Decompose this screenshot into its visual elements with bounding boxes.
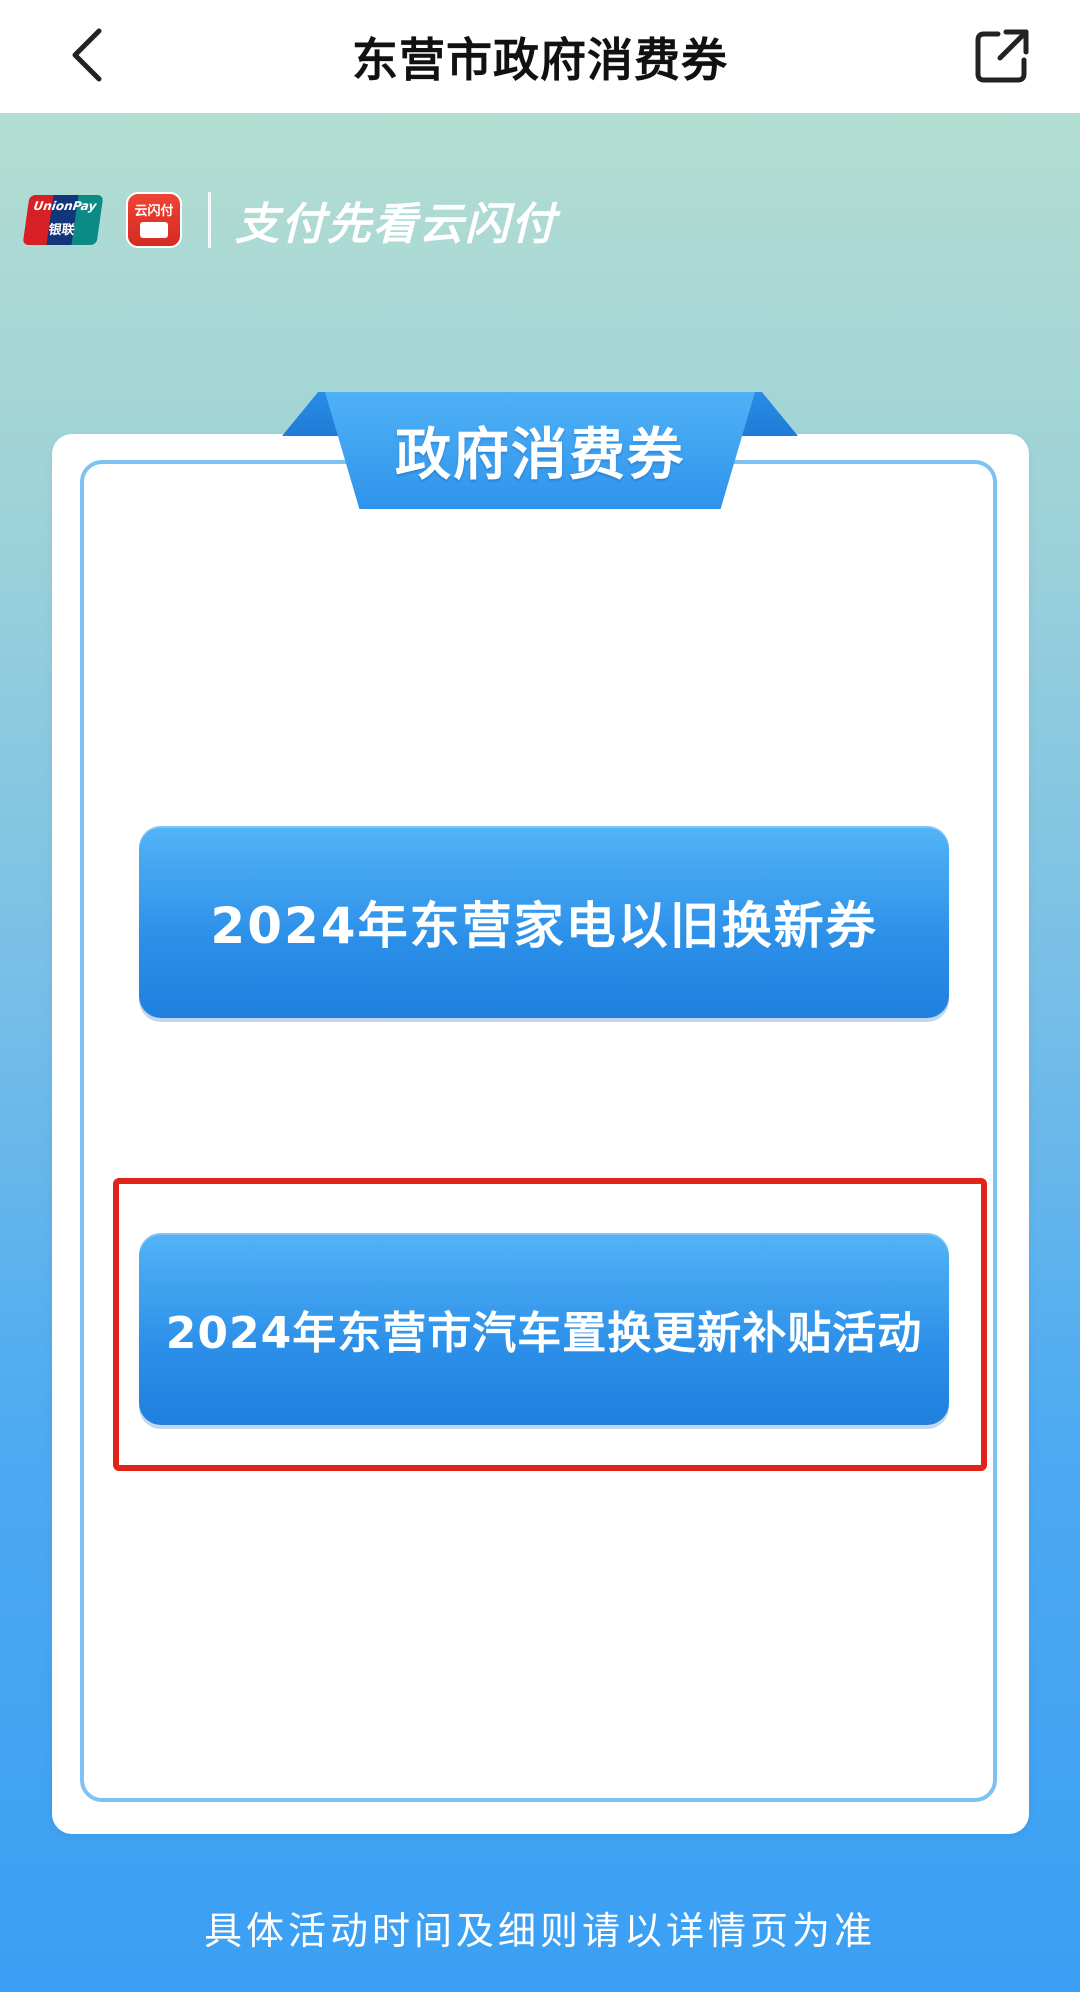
ysf-app-logo: 云闪付 xyxy=(126,192,182,248)
voucher-card xyxy=(52,434,1029,1834)
unionpay-logo-cn: 银联 xyxy=(47,223,76,238)
voucher-button-label: 2024年东营市汽车置换更新补贴活动 xyxy=(165,1308,923,1359)
ysf-logo-text: 云闪付 xyxy=(134,204,174,219)
voucher-button-label: 2024年东营家电以旧换新券 xyxy=(210,897,878,955)
back-button[interactable] xyxy=(52,20,122,90)
title-ribbon: 政府消费券 xyxy=(325,392,755,509)
top-navbar: 东营市政府消费券 xyxy=(0,0,1080,113)
appliance-voucher-button[interactable]: 2024年东营家电以旧换新券 xyxy=(139,826,949,1018)
unionpay-logo: UnionPay 银联 xyxy=(22,195,104,245)
car-subsidy-button[interactable]: 2024年东营市汽车置换更新补贴活动 xyxy=(139,1233,949,1425)
footer-note: 具体活动时间及细则请以详情页为准 xyxy=(203,1909,876,1953)
share-button[interactable] xyxy=(964,18,1040,94)
unionpay-logo-text: UnionPay xyxy=(32,199,98,213)
section-title: 政府消费券 xyxy=(395,423,685,488)
brand-row: UnionPay 银联 云闪付 支付先看云闪付 xyxy=(22,191,557,250)
brand-slogan: 支付先看云闪付 xyxy=(235,199,557,250)
voucher-card-border xyxy=(80,460,997,1802)
chevron-left-icon xyxy=(72,28,102,82)
brand-divider xyxy=(208,192,211,248)
card-icon xyxy=(140,222,168,238)
page-title: 东营市政府消费券 xyxy=(352,32,728,87)
share-external-icon xyxy=(975,29,1029,83)
content-area: UnionPay 银联 云闪付 支付先看云闪付 政府消费券 2024年东营家电以… xyxy=(0,113,1080,1992)
